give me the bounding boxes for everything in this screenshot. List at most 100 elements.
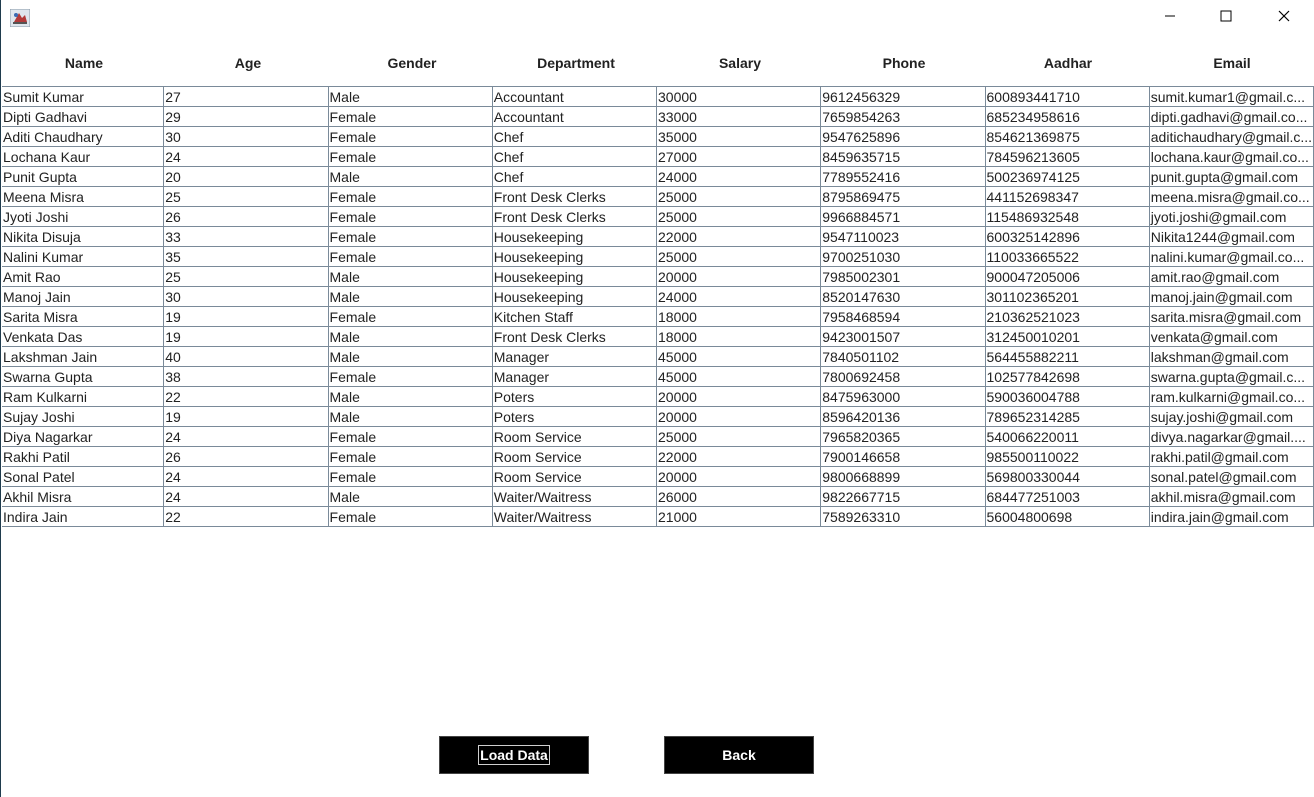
- table-cell-phone[interactable]: 7958468594: [821, 307, 986, 326]
- table-cell-salary[interactable]: 25000: [657, 187, 822, 206]
- table-cell-aadhar[interactable]: 500236974125: [986, 167, 1150, 186]
- table-cell-email[interactable]: punit.gupta@gmail.com: [1150, 167, 1314, 186]
- table-cell-age[interactable]: 29: [164, 107, 329, 126]
- table-cell-phone[interactable]: 8596420136: [821, 407, 986, 426]
- table-cell-department[interactable]: Housekeeping: [493, 247, 658, 266]
- table-row[interactable]: Lochana Kaur 24 Female Chef 27000 8459635715 7…: [2, 147, 1314, 167]
- table-cell-salary[interactable]: 18000: [657, 327, 822, 346]
- table-cell-age[interactable]: 22: [164, 507, 329, 526]
- table-cell-aadhar[interactable]: 685234958616: [986, 107, 1150, 126]
- table-cell-salary[interactable]: 22000: [657, 447, 822, 466]
- table-cell-name[interactable]: Akhil Misra: [2, 487, 165, 506]
- column-header-gender[interactable]: Gender: [330, 52, 494, 74]
- table-cell-gender[interactable]: Male: [329, 407, 493, 426]
- table-cell-department[interactable]: Room Service: [493, 447, 658, 466]
- column-header-salary[interactable]: Salary: [658, 52, 822, 74]
- table-cell-aadhar[interactable]: 789652314285: [986, 407, 1150, 426]
- table-cell-gender[interactable]: Female: [329, 467, 493, 486]
- table-cell-age[interactable]: 26: [164, 447, 329, 466]
- table-row[interactable]: Aditi Chaudhary 30 Female Chef 35000 95476258…: [2, 127, 1314, 147]
- table-cell-phone[interactable]: 8475963000: [821, 387, 986, 406]
- table-cell-department[interactable]: Housekeeping: [493, 267, 658, 286]
- table-cell-department[interactable]: Waiter/Waitress: [493, 507, 658, 526]
- table-cell-aadhar[interactable]: 301102365201: [986, 287, 1150, 306]
- table-cell-age[interactable]: 19: [164, 327, 329, 346]
- table-cell-department[interactable]: Chef: [493, 127, 658, 146]
- table-cell-gender[interactable]: Male: [329, 387, 493, 406]
- table-cell-salary[interactable]: 25000: [657, 247, 822, 266]
- table-cell-name[interactable]: Sonal Patel: [2, 467, 165, 486]
- table-cell-aadhar[interactable]: 985500110022: [986, 447, 1150, 466]
- table-cell-salary[interactable]: 24000: [657, 167, 822, 186]
- table-cell-aadhar[interactable]: 564455882211: [986, 347, 1150, 366]
- table-cell-gender[interactable]: Male: [329, 267, 493, 286]
- table-cell-department[interactable]: Front Desk Clerks: [493, 327, 658, 346]
- table-cell-email[interactable]: sarita.misra@gmail.com: [1150, 307, 1314, 326]
- table-cell-salary[interactable]: 30000: [657, 87, 822, 106]
- table-row[interactable]: Indira Jain 22 Female Waiter/Waitress 21000 7…: [2, 507, 1314, 527]
- table-cell-department[interactable]: Waiter/Waitress: [493, 487, 658, 506]
- table-cell-email[interactable]: indira.jain@gmail.com: [1150, 507, 1314, 526]
- table-cell-age[interactable]: 22: [164, 387, 329, 406]
- table-cell-phone[interactable]: 9612456329: [821, 87, 986, 106]
- table-cell-gender[interactable]: Female: [329, 307, 493, 326]
- table-cell-aadhar[interactable]: 540066220011: [986, 427, 1150, 446]
- table-cell-name[interactable]: Nikita Disuja: [2, 227, 165, 246]
- table-cell-email[interactable]: meena.misra@gmail.co...: [1150, 187, 1314, 206]
- employee-table[interactable]: Sumit Kumar 27 Male Accountant 30000 96124563…: [2, 86, 1314, 527]
- table-cell-age[interactable]: 30: [164, 127, 329, 146]
- column-header-aadhar[interactable]: Aadhar: [986, 52, 1150, 74]
- table-cell-age[interactable]: 25: [164, 267, 329, 286]
- table-cell-aadhar[interactable]: 312450010201: [986, 327, 1150, 346]
- table-cell-salary[interactable]: 20000: [657, 407, 822, 426]
- table-row[interactable]: Akhil Misra 24 Male Waiter/Waitress 26000 982…: [2, 487, 1314, 507]
- table-cell-aadhar[interactable]: 900047205006: [986, 267, 1150, 286]
- table-cell-salary[interactable]: 22000: [657, 227, 822, 246]
- maximize-button[interactable]: [1203, 0, 1249, 36]
- table-cell-email[interactable]: venkata@gmail.com: [1150, 327, 1314, 346]
- table-cell-age[interactable]: 24: [164, 147, 329, 166]
- table-cell-gender[interactable]: Female: [329, 447, 493, 466]
- table-cell-age[interactable]: 24: [164, 487, 329, 506]
- table-cell-phone[interactable]: 7985002301: [821, 267, 986, 286]
- table-cell-age[interactable]: 30: [164, 287, 329, 306]
- table-cell-name[interactable]: Lochana Kaur: [2, 147, 165, 166]
- table-cell-aadhar[interactable]: 684477251003: [986, 487, 1150, 506]
- table-cell-salary[interactable]: 26000: [657, 487, 822, 506]
- table-cell-age[interactable]: 38: [164, 367, 329, 386]
- table-cell-gender[interactable]: Male: [329, 487, 493, 506]
- back-button[interactable]: Back: [664, 736, 814, 774]
- table-cell-gender[interactable]: Female: [329, 507, 493, 526]
- table-cell-age[interactable]: 26: [164, 207, 329, 226]
- table-row[interactable]: Rakhi Patil 26 Female Room Service 22000 7900…: [2, 447, 1314, 467]
- table-cell-email[interactable]: akhil.misra@gmail.com: [1150, 487, 1314, 506]
- table-cell-gender[interactable]: Male: [329, 167, 493, 186]
- table-row[interactable]: Punit Gupta 20 Male Chef 24000 7789552416 5002…: [2, 167, 1314, 187]
- table-cell-aadhar[interactable]: 210362521023: [986, 307, 1150, 326]
- table-row[interactable]: Sujay Joshi 19 Male Poters 20000 8596420136 78…: [2, 407, 1314, 427]
- table-cell-email[interactable]: aditichaudhary@gmail.c...: [1150, 127, 1314, 146]
- table-cell-department[interactable]: Poters: [493, 407, 658, 426]
- table-row[interactable]: Dipti Gadhavi 29 Female Accountant 33000 7659…: [2, 107, 1314, 127]
- table-cell-name[interactable]: Lakshman Jain: [2, 347, 165, 366]
- table-cell-phone[interactable]: 7965820365: [821, 427, 986, 446]
- table-cell-salary[interactable]: 21000: [657, 507, 822, 526]
- table-cell-phone[interactable]: 9822667715: [821, 487, 986, 506]
- table-cell-name[interactable]: Ram Kulkarni: [2, 387, 165, 406]
- table-cell-age[interactable]: 19: [164, 307, 329, 326]
- table-row[interactable]: Ram Kulkarni 22 Male Poters 20000 8475963000 5…: [2, 387, 1314, 407]
- table-cell-salary[interactable]: 20000: [657, 467, 822, 486]
- table-cell-salary[interactable]: 25000: [657, 207, 822, 226]
- table-cell-phone[interactable]: 7789552416: [821, 167, 986, 186]
- table-cell-department[interactable]: Accountant: [493, 107, 658, 126]
- table-cell-department[interactable]: Poters: [493, 387, 658, 406]
- table-row[interactable]: Sonal Patel 24 Female Room Service 20000 9800…: [2, 467, 1314, 487]
- table-cell-aadhar[interactable]: 600325142896: [986, 227, 1150, 246]
- table-cell-gender[interactable]: Female: [329, 147, 493, 166]
- table-cell-email[interactable]: jyoti.joshi@gmail.com: [1150, 207, 1314, 226]
- table-cell-name[interactable]: Punit Gupta: [2, 167, 165, 186]
- table-cell-department[interactable]: Room Service: [493, 427, 658, 446]
- table-row[interactable]: Manoj Jain 30 Male Housekeeping 24000 8520147…: [2, 287, 1314, 307]
- title-bar[interactable]: [1, 0, 1314, 36]
- close-button[interactable]: [1261, 0, 1307, 36]
